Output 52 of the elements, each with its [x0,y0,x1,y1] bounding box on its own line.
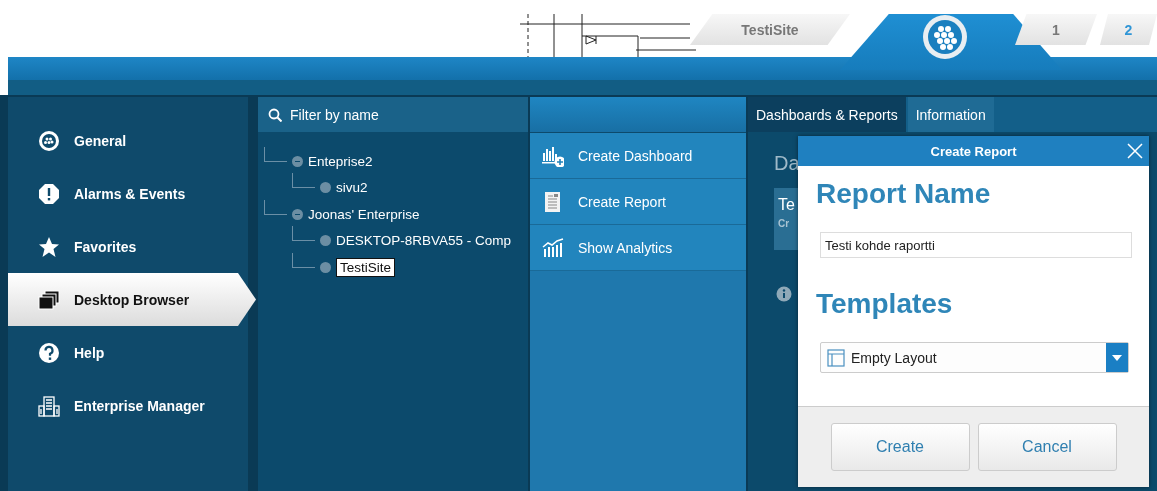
sidebar-item[interactable]: Desktop Browser [8,273,256,326]
card-subtitle: Cr [778,218,791,229]
sidebar-item[interactable]: Favorites [8,220,248,273]
chart-plus-icon [542,144,564,167]
action-item[interactable]: Create Dashboard [530,133,746,179]
tree-connector-line [292,252,315,268]
content-tab[interactable]: Information [907,97,994,132]
tree-connector-line [292,226,315,242]
search-icon [268,107,282,122]
tree-node-dot [320,261,331,273]
tree-item[interactable]: TestiSite [336,257,396,277]
tree-item[interactable]: Joonas' Enterprise [308,206,420,222]
page-heading: Da [774,152,800,176]
help-icon [38,341,60,364]
tree-connector-line [292,173,315,189]
analytics-icon [542,236,564,259]
report-name-field[interactable]: Testi kohde raportti [820,232,1132,258]
layout-icon [827,348,845,367]
tree-node-dot [320,235,331,247]
star-icon [38,235,60,258]
tree-connector-line [264,199,287,215]
info-icon [776,286,792,302]
dialog-title: Create Report [930,143,1017,159]
logo-icon [38,129,60,152]
sidebar-item[interactable]: General [8,114,248,167]
field-label: Templates [816,288,954,320]
logo-icon[interactable] [922,14,968,60]
building-icon [38,394,60,417]
windows-icon [38,288,60,311]
content-tab[interactable]: Dashboards & Reports [748,97,906,132]
card-title: Te [778,196,796,214]
template-dropdown[interactable]: Empty Layout [820,342,1129,373]
tree-item[interactable]: Enteprise2 [308,153,373,169]
action-item[interactable]: Create Report [530,179,746,225]
tree-toggle[interactable] [292,208,303,220]
tree-connector-line [264,146,287,162]
action-item[interactable]: Show Analytics [530,225,746,271]
header-tab[interactable]: TestiSite [690,14,850,45]
report-card[interactable]: Te Cr [774,188,798,250]
header-tab[interactable]: 1 [1015,14,1097,45]
close-icon[interactable] [1127,143,1143,159]
tree-item[interactable]: sivu2 [336,180,368,196]
sidebar-item[interactable]: Enterprise Manager [8,379,248,432]
dialog-button[interactable]: Create [830,423,970,471]
alert-icon [38,182,60,205]
tree-toggle[interactable] [292,155,303,167]
tree-node-dot [320,182,331,194]
sidebar-item[interactable]: Alarms & Events [8,167,248,220]
tree-item[interactable]: DESKTOP-8RBVA55 - Comp [336,233,512,249]
sidebar-item[interactable]: Help [8,326,248,379]
dialog-button[interactable]: Cancel [977,423,1117,471]
field-label: Report Name [816,178,992,210]
